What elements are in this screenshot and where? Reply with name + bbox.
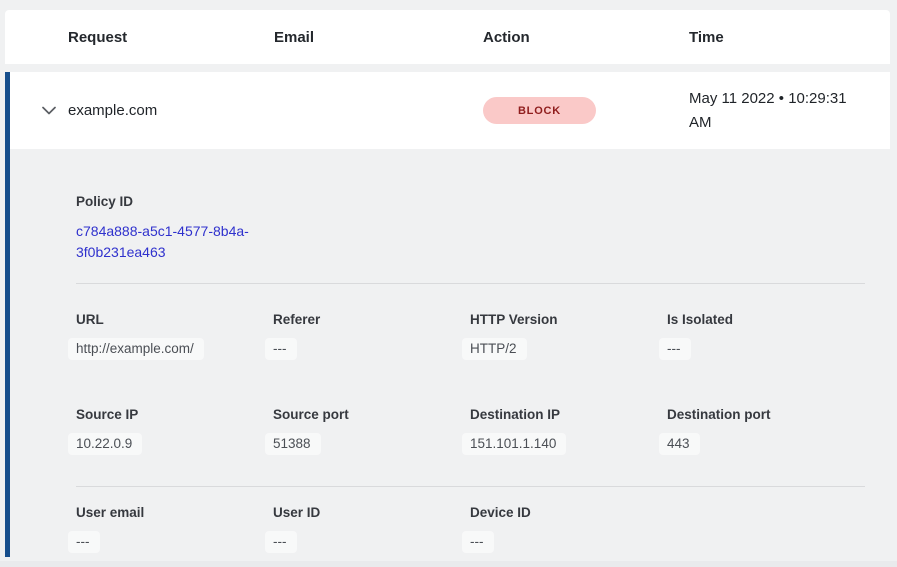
policy-id-field: Policy ID c784a888-a5c1-4577-8b4a-3f0b23… xyxy=(76,193,865,263)
column-header-action: Action xyxy=(483,29,689,46)
is-isolated-label: Is Isolated xyxy=(667,311,864,328)
log-page: Request Email Action Time example.com BL… xyxy=(0,0,897,567)
referer-label: Referer xyxy=(273,311,470,328)
destination-port-field: Destination port 443 xyxy=(667,406,864,452)
user-email-field: User email --- xyxy=(76,504,273,550)
source-ip-label: Source IP xyxy=(76,406,273,423)
destination-port-label: Destination port xyxy=(667,406,864,423)
details-grid-row: Source IP 10.22.0.9 Source port 51388 De… xyxy=(76,406,865,452)
header-row-gap xyxy=(5,64,890,72)
source-ip-value[interactable]: 10.22.0.9 xyxy=(68,433,142,455)
destination-ip-field: Destination IP 151.101.1.140 xyxy=(470,406,667,452)
chevron-down-icon[interactable] xyxy=(40,102,58,120)
source-port-label: Source port xyxy=(273,406,470,423)
device-id-field: Device ID --- xyxy=(470,504,667,550)
device-id-label: Device ID xyxy=(470,504,667,521)
destination-ip-label: Destination IP xyxy=(470,406,667,423)
action-block-badge: BLOCK xyxy=(483,97,596,124)
referer-value[interactable]: --- xyxy=(265,338,297,360)
policy-id-label: Policy ID xyxy=(76,193,865,210)
user-id-label: User ID xyxy=(273,504,470,521)
is-isolated-value[interactable]: --- xyxy=(659,338,691,360)
column-header-email: Email xyxy=(274,29,483,46)
is-isolated-field: Is Isolated --- xyxy=(667,311,864,357)
source-ip-field: Source IP 10.22.0.9 xyxy=(76,406,273,452)
http-version-value[interactable]: HTTP/2 xyxy=(462,338,527,360)
table-header-row: Request Email Action Time xyxy=(5,10,890,64)
policy-id-link[interactable]: c784a888-a5c1-4577-8b4a-3f0b231ea463 xyxy=(76,221,268,263)
http-version-field: HTTP Version HTTP/2 xyxy=(470,311,667,357)
details-grid-row: URL http://example.com/ Referer --- HTTP… xyxy=(76,311,865,357)
destination-port-value[interactable]: 443 xyxy=(659,433,700,455)
request-log-table: Request Email Action Time example.com BL… xyxy=(5,10,890,557)
url-label: URL xyxy=(76,311,273,328)
column-header-time: Time xyxy=(689,29,890,46)
column-header-request: Request xyxy=(68,29,274,46)
table-row-expanded[interactable]: example.com BLOCK May 11 2022 • 10:29:31… xyxy=(5,72,890,149)
row-details-panel: Policy ID c784a888-a5c1-4577-8b4a-3f0b23… xyxy=(5,149,890,557)
referer-field: Referer --- xyxy=(273,311,470,357)
user-email-label: User email xyxy=(76,504,273,521)
device-id-value[interactable]: --- xyxy=(462,531,494,553)
url-value[interactable]: http://example.com/ xyxy=(68,338,204,360)
destination-ip-value[interactable]: 151.101.1.140 xyxy=(462,433,566,455)
user-id-value[interactable]: --- xyxy=(265,531,297,553)
user-id-field: User ID --- xyxy=(273,504,470,550)
row-time-value: May 11 2022 • 10:29:31 AM xyxy=(689,87,869,135)
row-request-value: example.com xyxy=(68,102,274,119)
url-field: URL http://example.com/ xyxy=(76,311,273,357)
details-divider xyxy=(76,486,865,487)
source-port-value[interactable]: 51388 xyxy=(265,433,321,455)
details-grid-row: User email --- User ID --- Device ID --- xyxy=(76,504,865,550)
source-port-field: Source port 51388 xyxy=(273,406,470,452)
http-version-label: HTTP Version xyxy=(470,311,667,328)
next-row-edge xyxy=(0,561,897,567)
user-email-value[interactable]: --- xyxy=(68,531,100,553)
details-divider xyxy=(76,283,865,284)
